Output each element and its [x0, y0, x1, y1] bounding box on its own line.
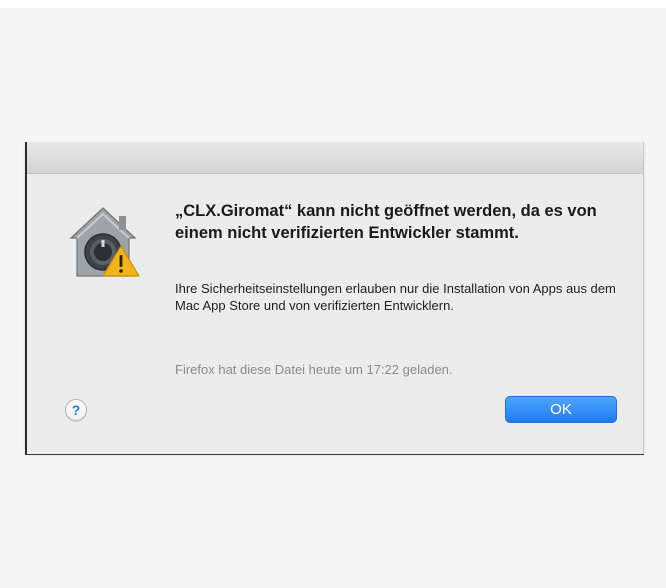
dialog-body-text: Ihre Sicherheitseinstellungen erlauben n…	[175, 281, 616, 313]
top-strip	[0, 0, 666, 8]
screenshot-canvas: „CLX.Giromat“ kann nicht geöffnet werden…	[0, 0, 666, 588]
dialog-heading: „CLX.Giromat“ kann nicht geöffnet werden…	[175, 202, 597, 242]
security-alert-dialog: „CLX.Giromat“ kann nicht geöffnet werden…	[25, 142, 644, 455]
help-button[interactable]: ?	[65, 399, 87, 421]
dialog-titlebar[interactable]	[27, 142, 643, 174]
download-info-text: Firefox hat diese Datei heute um 17:22 g…	[175, 362, 453, 377]
ok-button[interactable]: OK	[505, 396, 617, 423]
gatekeeper-warning-icon	[63, 200, 147, 284]
